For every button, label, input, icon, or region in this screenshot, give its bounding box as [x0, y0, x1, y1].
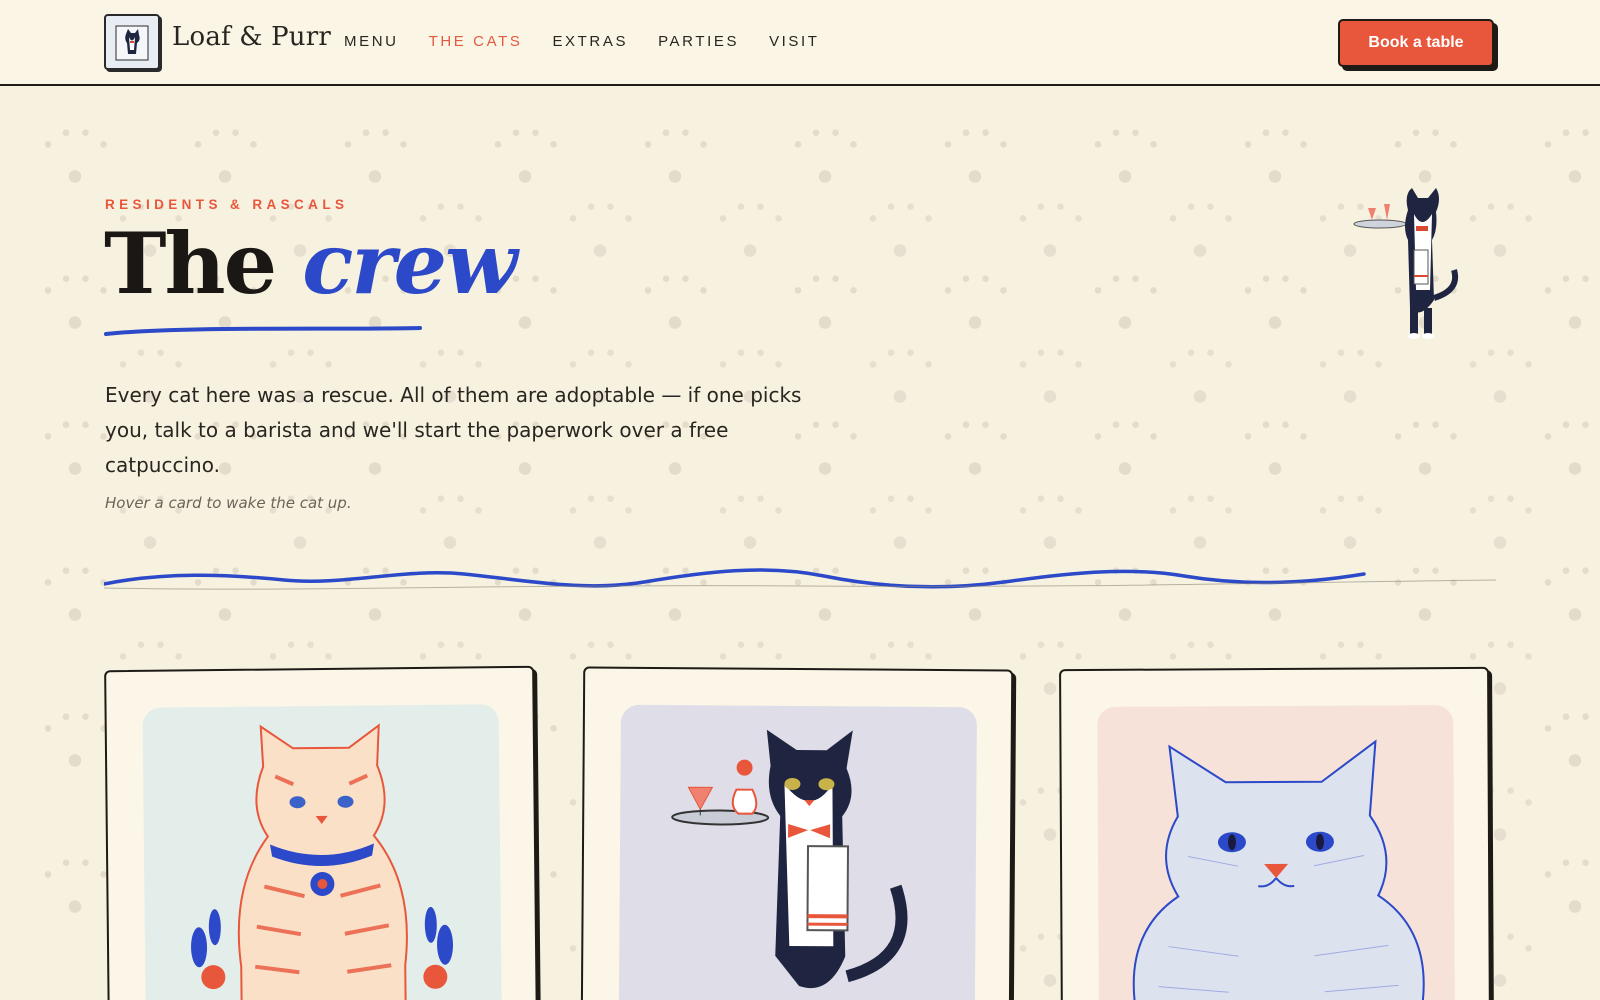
waiter-cat-icon [1353, 188, 1458, 339]
orange-tabby-cat-illustration [142, 704, 502, 1000]
nav-item-parties[interactable]: PARTIES [658, 33, 739, 50]
cat-card[interactable] [580, 666, 1014, 1000]
cat-card[interactable] [1059, 666, 1491, 1000]
grey-british-shorthair-illustration [1097, 705, 1455, 1000]
section-eyebrow: RESIDENTS & RASCALS [105, 197, 349, 212]
title-plain: The [104, 214, 277, 313]
book-table-button[interactable]: Book a table [1338, 19, 1494, 67]
nav-item-menu[interactable]: MENU [344, 33, 399, 50]
hover-hint: Hover a card to wake the cat up. [105, 494, 352, 512]
title-accent: crew [302, 214, 517, 313]
title-underline-squiggle [104, 326, 422, 336]
site-header: Loaf & Purr MENU THE CATS EXTRAS PARTIES… [0, 0, 1600, 86]
nav-item-the-cats[interactable]: THE CATS [429, 33, 523, 50]
cat-card[interactable] [104, 665, 538, 1000]
nav-item-visit[interactable]: VISIT [769, 33, 820, 50]
cat-logo-icon[interactable] [104, 14, 160, 70]
wave-divider [104, 568, 1496, 590]
nav-item-extras[interactable]: EXTRAS [552, 33, 628, 50]
brand-name[interactable]: Loaf & Purr [172, 22, 331, 52]
tuxedo-waiter-cat-illustration [618, 704, 977, 1000]
main-nav: MENU THE CATS EXTRAS PARTIES VISIT [344, 33, 850, 50]
intro-paragraph: Every cat here was a rescue. All of them… [105, 383, 802, 477]
page-title: The crew [104, 217, 517, 310]
